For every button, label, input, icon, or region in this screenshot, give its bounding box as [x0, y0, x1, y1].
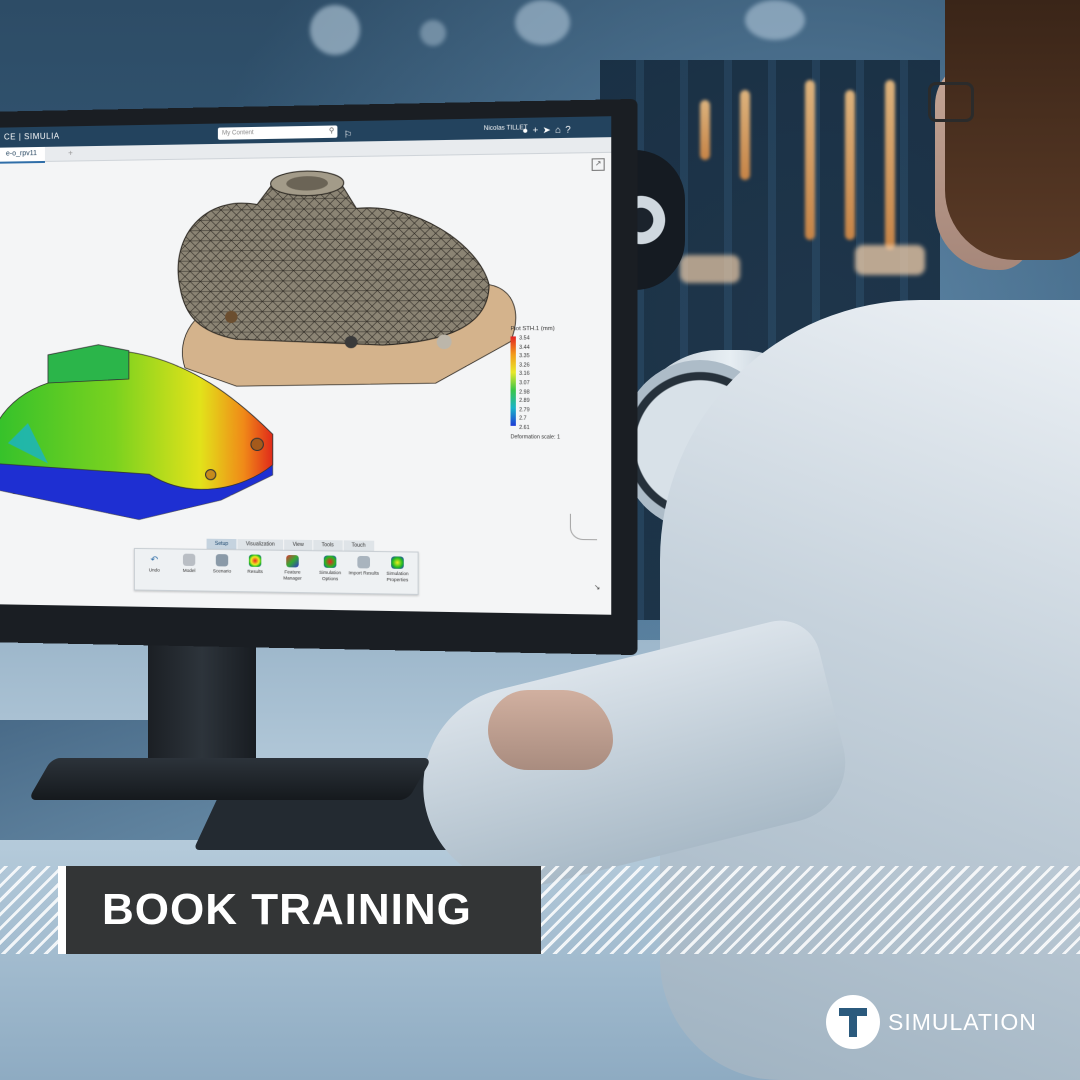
- tool-label: Import Results: [348, 570, 379, 576]
- tool-label: Feature Manager: [283, 569, 302, 581]
- resize-corner-icon[interactable]: ↘: [594, 583, 600, 591]
- bokeh-light: [310, 5, 360, 55]
- legend-value: 2.98: [519, 389, 530, 396]
- tab-visualization[interactable]: Visualization: [237, 539, 284, 550]
- bokeh-light: [855, 245, 925, 275]
- notification-icon[interactable]: ●: [522, 125, 532, 136]
- legend-value: 2.89: [519, 397, 530, 405]
- undo-icon: ↶: [150, 554, 159, 565]
- search-icon[interactable]: ⚲: [329, 125, 334, 137]
- search-placeholder: My Content: [222, 130, 254, 137]
- bokeh-light: [515, 0, 570, 45]
- banner-cta-text: BOOK TRAINING: [102, 885, 472, 934]
- simulation-options-icon: [323, 555, 337, 568]
- person-hair: [945, 0, 1080, 260]
- help-icon[interactable]: ?: [565, 124, 575, 135]
- simulation-properties-button[interactable]: Simulation Properties: [379, 556, 415, 582]
- legend-value: 3.07: [519, 380, 530, 387]
- tab-view[interactable]: View: [284, 539, 313, 551]
- result-legend: Plot STH.1 (mm) 3.54 3.44 3.35 3.26 3.16…: [510, 325, 587, 441]
- tab-model[interactable]: e-o_rpv11: [0, 146, 45, 164]
- scenario-icon: [215, 554, 229, 567]
- feature-manager-button[interactable]: Feature Manager: [275, 555, 310, 581]
- bokeh-light: [420, 20, 446, 46]
- tool-label: Simulation Properties: [386, 570, 409, 582]
- legend-colorbar: [510, 336, 516, 426]
- tab-touch[interactable]: Touch: [343, 540, 375, 551]
- brand-logo-text: SIMULATION: [888, 1009, 1037, 1035]
- tool-label: Model: [182, 567, 196, 574]
- legend-value: 3.35: [519, 353, 530, 360]
- rack-led: [845, 90, 855, 240]
- add-tab-button[interactable]: +: [68, 146, 73, 160]
- tab-setup[interactable]: Setup: [206, 538, 237, 550]
- legend-value: 3.16: [519, 371, 530, 378]
- add-icon[interactable]: +: [533, 125, 543, 136]
- import-results-button[interactable]: Import Results: [346, 555, 382, 577]
- legend-value: 3.44: [519, 344, 530, 351]
- rack-led: [805, 80, 815, 240]
- monitor-base: [27, 758, 433, 800]
- legend-value: 3.54: [519, 335, 530, 342]
- logo-letter-mark: [839, 1008, 867, 1037]
- glasses: [928, 82, 974, 122]
- home-icon[interactable]: ⌂: [555, 124, 565, 135]
- share-icon[interactable]: ➤: [543, 125, 555, 136]
- tool-label: Scenario: [212, 568, 232, 574]
- undo-button[interactable]: ↶ Undo: [137, 553, 172, 573]
- rack-led: [740, 90, 750, 180]
- brand-logo-icon: [826, 995, 880, 1049]
- tool-label: Undo: [148, 567, 160, 573]
- bokeh-light: [680, 255, 740, 283]
- bokeh-light: [745, 0, 805, 40]
- app-window: CE | SIMULIA My Content ⚲ ⚐ Nicolas TILL…: [0, 116, 612, 615]
- tool-label: Simulation Options: [319, 569, 342, 581]
- results-icon: [248, 554, 262, 567]
- model-button[interactable]: Model: [172, 553, 207, 574]
- monitor: CE | SIMULIA My Content ⚲ ⚐ Nicolas TILL…: [0, 98, 638, 656]
- contour-result-model[interactable]: [0, 322, 294, 527]
- rack-led: [885, 80, 895, 250]
- import-results-icon: [357, 555, 371, 569]
- action-ribbon: ↶ Undo Model Scenario Results Feature Ma…: [133, 547, 419, 595]
- model-icon: [182, 553, 196, 567]
- legend-value: 2.7: [519, 415, 527, 423]
- view-compass-icon[interactable]: [569, 513, 598, 541]
- legend-value: 2.79: [519, 406, 530, 414]
- deformation-scale: Deformation scale: 1: [510, 434, 560, 441]
- user-name[interactable]: Nicolas TILLET: [484, 121, 528, 136]
- legend-values: 3.54 3.44 3.35 3.26 3.16 3.07 2.98 2.89 …: [519, 334, 529, 432]
- feature-manager-icon: [286, 555, 299, 568]
- tool-label: Results: [247, 568, 263, 575]
- legend-title: Plot STH.1 (mm): [510, 325, 555, 333]
- tab-tools[interactable]: Tools: [313, 539, 343, 551]
- simulation-properties-icon: [391, 556, 404, 569]
- app-brand: CE | SIMULIA: [3, 131, 60, 142]
- search-input[interactable]: My Content ⚲: [217, 125, 338, 140]
- rack-led: [700, 100, 710, 160]
- scenario-button[interactable]: Scenario: [205, 554, 240, 574]
- results-button[interactable]: Results: [237, 554, 272, 574]
- legend-value: 2.61: [519, 424, 530, 432]
- simulation-options-button[interactable]: Simulation Options: [312, 555, 348, 581]
- book-training-banner[interactable]: BOOK TRAINING: [58, 866, 541, 954]
- person-hand: [488, 690, 613, 770]
- legend-value: 3.26: [519, 362, 530, 369]
- maximize-icon[interactable]: ↗: [591, 158, 605, 171]
